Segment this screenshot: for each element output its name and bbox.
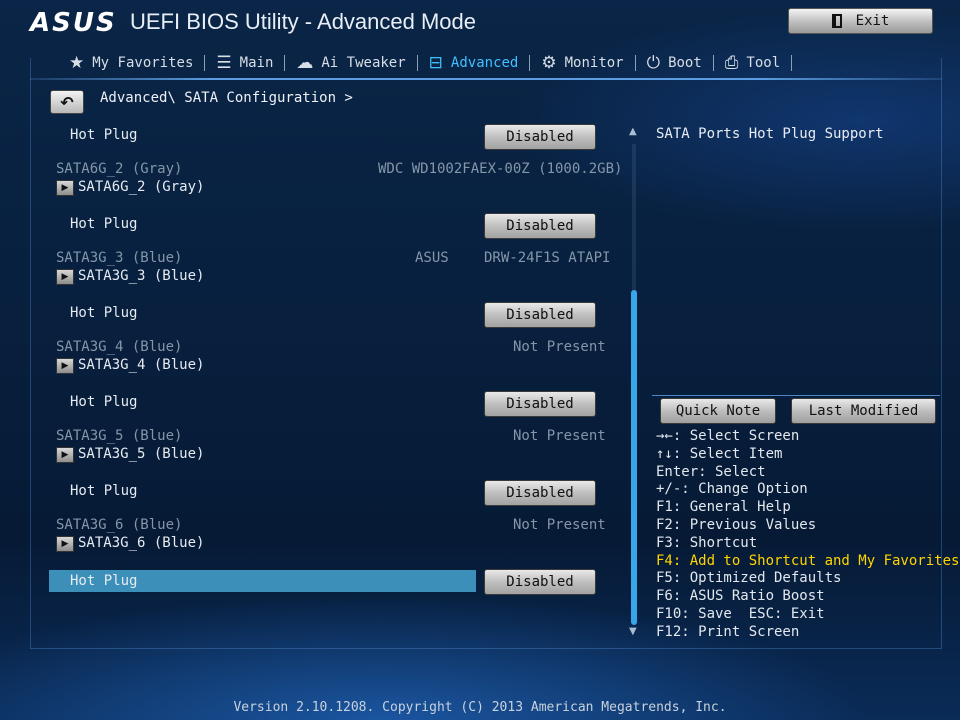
advanced-icon: ⊟ bbox=[428, 53, 443, 73]
key-hint: F5: Optimized Defaults bbox=[656, 570, 842, 587]
header: ASUS UEFI BIOS Utility - Advanced Mode E… bbox=[0, 0, 960, 44]
frame-border-left bbox=[30, 58, 31, 648]
frame-border-bottom bbox=[30, 648, 942, 649]
tab-boot[interactable]: ⏻ Boot bbox=[636, 53, 713, 73]
hot-plug-value-button[interactable]: Disabled bbox=[484, 124, 596, 150]
hot-plug-value-button[interactable]: Disabled bbox=[484, 302, 596, 328]
tab-separator bbox=[791, 55, 793, 71]
key-hint: F10: Save ESC: Exit bbox=[656, 605, 825, 622]
port-submenu[interactable]: SATA3G_3 (Blue) bbox=[78, 268, 204, 284]
port-name: SATA3G_6 (Blue) bbox=[56, 517, 183, 533]
port-name: SATA3G_5 (Blue) bbox=[56, 428, 183, 444]
star-icon: ★ bbox=[69, 53, 85, 73]
port-name: SATA3G_3 (Blue) bbox=[56, 250, 183, 266]
hot-plug-label[interactable]: Hot Plug bbox=[70, 127, 137, 143]
tab-my-favorites[interactable]: ★ My Favorites bbox=[58, 53, 204, 73]
key-hint: F3: Shortcut bbox=[656, 534, 758, 551]
scroll-down-arrow-icon[interactable]: ▼ bbox=[629, 626, 637, 637]
hot-plug-label[interactable]: Hot Plug bbox=[70, 483, 137, 499]
key-hint: +/-: Change Option bbox=[656, 481, 808, 498]
printer-icon: ⎙ bbox=[724, 53, 739, 73]
submenu-arrow-icon: ▶ bbox=[56, 180, 74, 196]
port-name: SATA3G_4 (Blue) bbox=[56, 339, 183, 355]
scrollbar-thumb[interactable] bbox=[631, 290, 637, 625]
port-device-vendor: ASUS bbox=[415, 250, 449, 266]
port-device-info: Not Present bbox=[513, 517, 606, 533]
tab-label: Main bbox=[239, 55, 274, 71]
key-hint: F6: ASUS Ratio Boost bbox=[656, 588, 825, 605]
monitor-icon: ⚙ bbox=[541, 53, 557, 73]
key-legend: →←: Select Screen ↑↓: Select Item Enter:… bbox=[656, 428, 959, 642]
tab-main[interactable]: ☰ Main bbox=[205, 53, 284, 73]
port-submenu[interactable]: SATA3G_4 (Blue) bbox=[78, 357, 204, 373]
back-arrow-icon: ↶ bbox=[60, 92, 74, 112]
asus-logo: ASUS bbox=[30, 8, 117, 38]
port-submenu[interactable]: SATA3G_6 (Blue) bbox=[78, 535, 204, 551]
key-hint: Enter: Select bbox=[656, 463, 766, 480]
scroll-up-arrow-icon[interactable]: ▲ bbox=[629, 126, 637, 137]
footer-version: Version 2.10.1208. Copyright (C) 2013 Am… bbox=[233, 700, 727, 715]
power-icon: ⏻ bbox=[646, 53, 661, 73]
tweaker-icon: ☁ bbox=[296, 53, 314, 73]
key-hint: F12: Print Screen bbox=[656, 623, 800, 640]
key-hint: ↑↓: Select Item bbox=[656, 445, 783, 462]
tab-label: Advanced bbox=[450, 55, 519, 71]
port-device-info: Not Present bbox=[513, 339, 606, 355]
port-name: SATA6G_2 (Gray) bbox=[56, 161, 183, 177]
app-title: UEFI BIOS Utility - Advanced Mode bbox=[130, 9, 477, 34]
tab-label: Monitor bbox=[564, 55, 624, 71]
door-icon bbox=[831, 14, 842, 28]
list-icon: ☰ bbox=[216, 53, 232, 73]
port-device-info: WDC WD1002FAEX-00Z (1000.2GB) bbox=[378, 161, 623, 177]
back-button[interactable]: ↶ bbox=[50, 90, 84, 114]
submenu-arrow-icon: ▶ bbox=[56, 358, 74, 374]
tab-monitor[interactable]: ⚙ Monitor bbox=[530, 53, 634, 73]
hot-plug-value-button[interactable]: Disabled bbox=[484, 480, 596, 506]
hot-plug-label[interactable]: Hot Plug bbox=[70, 305, 137, 321]
key-hint: →←: Select Screen bbox=[656, 428, 800, 444]
hot-plug-label[interactable]: Hot Plug bbox=[70, 394, 137, 410]
last-modified-button[interactable]: Last Modified bbox=[791, 398, 936, 424]
right-panel-divider bbox=[652, 395, 940, 396]
tab-label: Tool bbox=[746, 55, 781, 71]
key-hint: F2: Previous Values bbox=[656, 516, 817, 533]
breadcrumb: Advanced\ SATA Configuration > bbox=[100, 90, 353, 106]
key-hint: F1: General Help bbox=[656, 499, 791, 516]
key-hint-highlight: F4: Add to Shortcut and My Favorites bbox=[656, 552, 960, 569]
port-submenu[interactable]: SATA6G_2 (Gray) bbox=[78, 179, 204, 195]
hot-plug-label[interactable]: Hot Plug bbox=[70, 216, 137, 232]
main-tabs: ★ My Favorites ☰ Main ☁ Ai Tweaker ⊟ Adv… bbox=[58, 50, 793, 76]
hot-plug-value-button[interactable]: Disabled bbox=[484, 391, 596, 417]
submenu-arrow-icon: ▶ bbox=[56, 269, 74, 285]
exit-label: Exit bbox=[855, 13, 890, 29]
port-device-info: DRW-24F1S ATAPI bbox=[484, 250, 611, 266]
hot-plug-label-selected[interactable]: Hot Plug bbox=[70, 573, 137, 589]
tab-label: My Favorites bbox=[92, 55, 194, 71]
submenu-arrow-icon: ▶ bbox=[56, 536, 74, 552]
frame-divider bbox=[30, 78, 942, 80]
port-device-info: Not Present bbox=[513, 428, 606, 444]
port-submenu[interactable]: SATA3G_5 (Blue) bbox=[78, 446, 204, 462]
help-description: SATA Ports Hot Plug Support bbox=[656, 126, 884, 142]
quick-note-button[interactable]: Quick Note bbox=[660, 398, 776, 424]
submenu-arrow-icon: ▶ bbox=[56, 447, 74, 463]
tab-advanced[interactable]: ⊟ Advanced bbox=[418, 53, 530, 73]
tab-tool[interactable]: ⎙ Tool bbox=[714, 53, 791, 73]
hot-plug-value-button[interactable]: Disabled bbox=[484, 213, 596, 239]
tab-label: Ai Tweaker bbox=[321, 55, 406, 71]
hot-plug-value-button[interactable]: Disabled bbox=[484, 569, 596, 595]
tab-ai-tweaker[interactable]: ☁ Ai Tweaker bbox=[285, 53, 416, 73]
tab-label: Boot bbox=[668, 55, 702, 71]
exit-button[interactable]: Exit bbox=[788, 8, 933, 34]
